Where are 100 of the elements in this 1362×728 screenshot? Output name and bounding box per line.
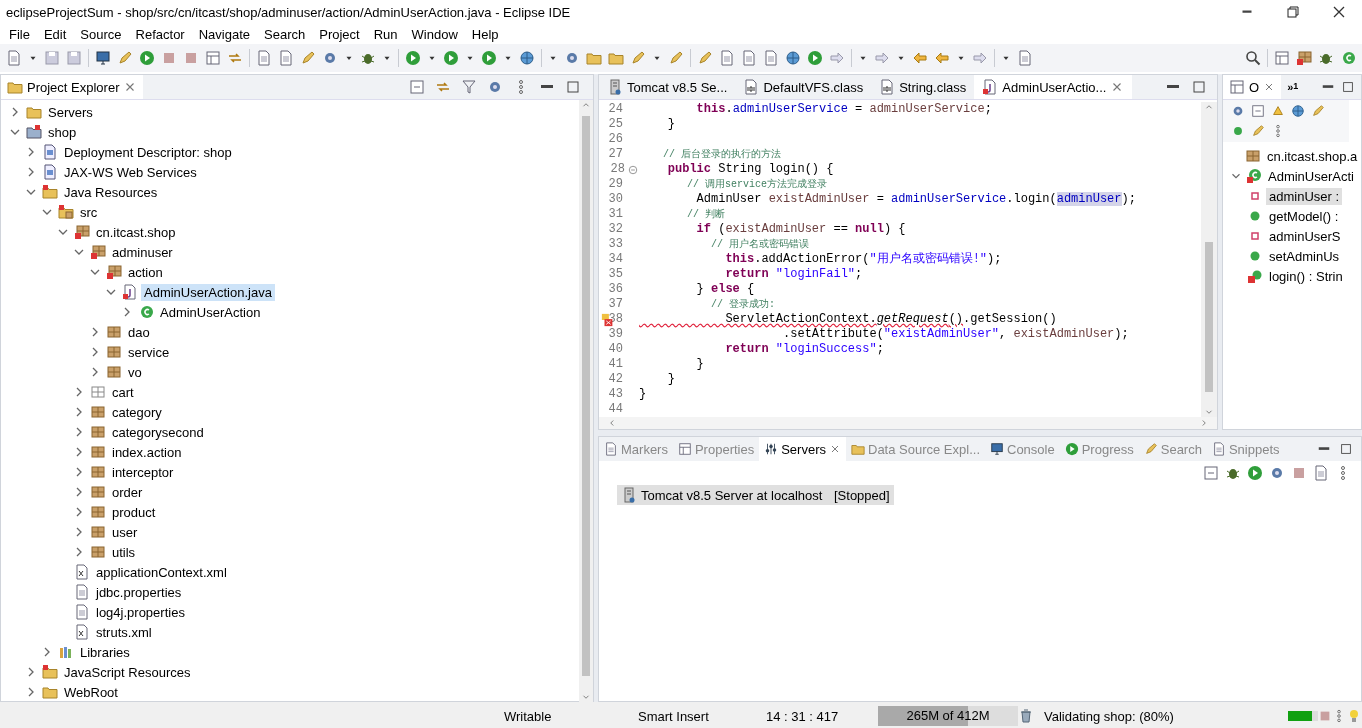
gear-icon[interactable] <box>1231 104 1245 118</box>
menu-item[interactable]: Help <box>464 26 506 42</box>
maximize-icon[interactable] <box>1191 79 1207 95</box>
document-icon[interactable] <box>719 50 735 66</box>
maximize-icon[interactable] <box>1339 442 1353 456</box>
tree-item[interactable]: log4j.properties <box>93 603 188 621</box>
pencil-icon[interactable] <box>697 50 713 66</box>
heap-gauge[interactable]: 265M of 412M <box>878 706 1018 726</box>
tree-item[interactable]: Libraries <box>77 643 133 661</box>
window-icon[interactable] <box>205 50 221 66</box>
arrow-icon[interactable] <box>874 50 890 66</box>
editor-tab[interactable]: Tomcat v8.5 Se... <box>599 75 736 99</box>
tree-item[interactable]: cn.itcast.shop <box>93 223 179 241</box>
menu-item[interactable]: Edit <box>36 26 74 42</box>
tree-item[interactable]: interceptor <box>109 463 177 481</box>
tree-item[interactable]: src <box>77 203 101 221</box>
document-icon[interactable] <box>763 50 779 66</box>
tree-item[interactable]: index.action <box>109 443 185 461</box>
tree-item[interactable]: JAX-WS Web Services <box>61 163 200 181</box>
document-icon[interactable] <box>741 50 757 66</box>
run-icon[interactable] <box>807 50 823 66</box>
square-icon[interactable] <box>183 50 199 66</box>
run-icon[interactable] <box>405 50 421 66</box>
tree-item[interactable]: order <box>109 483 146 501</box>
tree-item[interactable]: Java Resources <box>61 183 161 201</box>
gear-icon[interactable] <box>564 50 580 66</box>
tree-item[interactable]: shop <box>45 123 80 141</box>
tree-item[interactable]: jdbc.properties <box>93 583 185 601</box>
stop-icon[interactable] <box>1318 709 1332 723</box>
tree-item[interactable]: struts.xml <box>93 623 155 641</box>
editor-tab[interactable]: AdminUserActio... <box>974 75 1133 99</box>
menu-item[interactable]: Navigate <box>191 26 257 42</box>
outline-item[interactable]: adminUser : <box>1266 187 1343 205</box>
monitor-icon[interactable] <box>95 50 111 66</box>
document-icon[interactable] <box>1017 50 1033 66</box>
pencil-icon[interactable] <box>117 50 133 66</box>
menu-item[interactable]: Source <box>73 26 129 42</box>
scrollbar-thumb[interactable] <box>582 116 590 676</box>
run-icon[interactable] <box>443 50 459 66</box>
save-icon[interactable] <box>44 50 60 66</box>
maximize-icon[interactable] <box>565 79 581 95</box>
tree-item[interactable]: utils <box>109 543 139 561</box>
outline-item[interactable]: setAdminUs <box>1266 247 1343 265</box>
menu-item[interactable]: Search <box>257 26 313 42</box>
tree-item[interactable]: service <box>125 343 173 361</box>
tree-item[interactable]: Servers <box>45 103 96 121</box>
tree-item[interactable]: action <box>125 263 166 281</box>
pencil-icon[interactable] <box>300 50 316 66</box>
outline-item[interactable]: AdminUserActi <box>1265 167 1357 185</box>
collapse-icon[interactable] <box>1203 465 1219 481</box>
tree-item[interactable]: product <box>109 503 159 521</box>
tree-item[interactable]: AdminUserAction.java <box>141 283 275 301</box>
outline-item[interactable]: getModel() : <box>1266 207 1342 225</box>
view-tab[interactable]: Project Explorer <box>1 75 144 99</box>
gear-icon[interactable] <box>487 79 503 95</box>
tree-item[interactable]: categorysecond <box>109 423 207 441</box>
tree-item[interactable]: user <box>109 523 141 541</box>
outline-item[interactable]: login() : Strin <box>1266 267 1346 285</box>
menu-item[interactable]: Project <box>312 26 367 42</box>
pencil-icon[interactable] <box>1251 124 1265 138</box>
arrow-icon[interactable] <box>829 50 845 66</box>
pencil-icon[interactable] <box>668 50 684 66</box>
editor-tab[interactable]: DefaultVFS.class <box>735 75 872 99</box>
arrow-icon[interactable] <box>912 50 928 66</box>
globe-icon[interactable] <box>519 50 535 66</box>
tree-item[interactable]: dao <box>125 323 153 341</box>
menu-item[interactable]: File <box>2 26 37 42</box>
pencil-icon[interactable] <box>1311 104 1325 118</box>
menu-item[interactable]: Refactor <box>128 26 192 42</box>
document-icon[interactable] <box>256 50 272 66</box>
window-icon[interactable] <box>1274 50 1290 66</box>
globe-icon[interactable] <box>785 50 801 66</box>
editor-tab[interactable]: String.class <box>871 75 975 99</box>
tree-item[interactable]: adminuser <box>109 243 176 261</box>
save-icon[interactable] <box>66 50 82 66</box>
folder-icon[interactable] <box>608 50 624 66</box>
stop-icon[interactable] <box>1291 465 1307 481</box>
gear-icon[interactable] <box>322 50 338 66</box>
tree-item[interactable]: category <box>109 403 165 421</box>
search-icon[interactable] <box>1245 50 1261 66</box>
server-item[interactable]: Tomcat v8.5 Server at localhost [Stopped] <box>617 485 894 505</box>
square-icon[interactable] <box>161 50 177 66</box>
tree-item[interactable]: JavaScript Resources <box>61 663 194 681</box>
arrow-icon[interactable] <box>972 50 988 66</box>
collapse-icon[interactable] <box>409 79 425 95</box>
arrow-icon[interactable] <box>934 50 950 66</box>
gear-icon[interactable] <box>1269 465 1285 481</box>
folder-icon[interactable] <box>586 50 602 66</box>
view-tab[interactable]: Servers <box>759 437 846 461</box>
tree-item[interactable]: vo <box>125 363 145 381</box>
filter-icon[interactable] <box>461 79 477 95</box>
collapse-icon[interactable] <box>1251 104 1265 118</box>
outline-item[interactable]: cn.itcast.shop.a <box>1264 147 1361 165</box>
document-icon[interactable] <box>278 50 294 66</box>
method-icon[interactable] <box>1231 124 1245 138</box>
document-icon[interactable] <box>1313 465 1329 481</box>
menu-item[interactable]: Run <box>366 26 405 42</box>
outline-item[interactable]: adminUserS <box>1266 227 1344 245</box>
trash-icon[interactable] <box>1018 708 1034 724</box>
tree-item[interactable]: cart <box>109 383 137 401</box>
